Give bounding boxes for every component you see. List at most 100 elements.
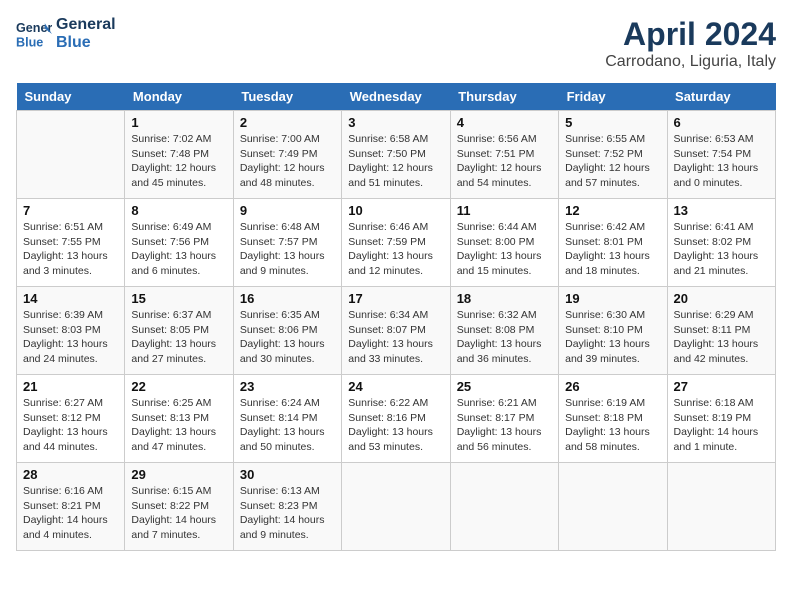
cell-content: Sunrise: 6:58 AM Sunset: 7:50 PM Dayligh… <box>348 132 443 191</box>
day-number: 8 <box>131 203 226 218</box>
calendar-cell: 30 Sunrise: 6:13 AM Sunset: 8:23 PM Dayli… <box>233 463 341 551</box>
week-row-2: 7 Sunrise: 6:51 AM Sunset: 7:55 PM Daylig… <box>17 199 776 287</box>
day-number: 13 <box>674 203 769 218</box>
calendar-cell: 22 Sunrise: 6:25 AM Sunset: 8:13 PM Dayli… <box>125 375 233 463</box>
calendar-cell: 24 Sunrise: 6:22 AM Sunset: 8:16 PM Dayli… <box>342 375 450 463</box>
cell-content: Sunrise: 6:42 AM Sunset: 8:01 PM Dayligh… <box>565 220 660 279</box>
calendar-cell: 19 Sunrise: 6:30 AM Sunset: 8:10 PM Dayli… <box>559 287 667 375</box>
calendar-cell: 9 Sunrise: 6:48 AM Sunset: 7:57 PM Daylig… <box>233 199 341 287</box>
day-number: 15 <box>131 291 226 306</box>
title-block: April 2024 Carrodano, Liguria, Italy <box>605 16 776 71</box>
calendar-cell: 13Sunrise: 6:41 AM Sunset: 8:02 PM Dayli… <box>667 199 775 287</box>
day-number: 1 <box>131 115 226 130</box>
cell-content: Sunrise: 6:15 AM Sunset: 8:22 PM Dayligh… <box>131 484 226 543</box>
calendar-cell: 28 Sunrise: 6:16 AM Sunset: 8:21 PM Dayli… <box>17 463 125 551</box>
day-number: 2 <box>240 115 335 130</box>
day-number: 30 <box>240 467 335 482</box>
day-number: 9 <box>240 203 335 218</box>
day-number: 12 <box>565 203 660 218</box>
logo-text: General Blue <box>56 16 116 52</box>
day-number: 28 <box>23 467 118 482</box>
calendar-cell: 4 Sunrise: 6:56 AM Sunset: 7:51 PM Daylig… <box>450 111 558 199</box>
day-number: 14 <box>23 291 118 306</box>
svg-text:Blue: Blue <box>16 36 43 50</box>
day-number: 29 <box>131 467 226 482</box>
day-number: 21 <box>23 379 118 394</box>
cell-content: Sunrise: 7:02 AM Sunset: 7:48 PM Dayligh… <box>131 132 226 191</box>
day-number: 16 <box>240 291 335 306</box>
cell-content: Sunrise: 6:30 AM Sunset: 8:10 PM Dayligh… <box>565 308 660 367</box>
week-row-1: 1 Sunrise: 7:02 AM Sunset: 7:48 PM Daylig… <box>17 111 776 199</box>
calendar-cell: 3 Sunrise: 6:58 AM Sunset: 7:50 PM Daylig… <box>342 111 450 199</box>
header-day-sunday: Sunday <box>17 83 125 111</box>
location: Carrodano, Liguria, Italy <box>605 53 776 71</box>
cell-content: Sunrise: 6:19 AM Sunset: 8:18 PM Dayligh… <box>565 396 660 455</box>
cell-content: Sunrise: 6:51 AM Sunset: 7:55 PM Dayligh… <box>23 220 118 279</box>
cell-content: Sunrise: 6:24 AM Sunset: 8:14 PM Dayligh… <box>240 396 335 455</box>
calendar-cell: 2 Sunrise: 7:00 AM Sunset: 7:49 PM Daylig… <box>233 111 341 199</box>
calendar-cell <box>17 111 125 199</box>
calendar-cell: 7 Sunrise: 6:51 AM Sunset: 7:55 PM Daylig… <box>17 199 125 287</box>
day-number: 7 <box>23 203 118 218</box>
calendar-cell <box>342 463 450 551</box>
cell-content: Sunrise: 6:32 AM Sunset: 8:08 PM Dayligh… <box>457 308 552 367</box>
calendar-cell <box>450 463 558 551</box>
day-number: 17 <box>348 291 443 306</box>
day-number: 3 <box>348 115 443 130</box>
header-day-monday: Monday <box>125 83 233 111</box>
header-day-tuesday: Tuesday <box>233 83 341 111</box>
cell-content: Sunrise: 6:27 AM Sunset: 8:12 PM Dayligh… <box>23 396 118 455</box>
day-number: 18 <box>457 291 552 306</box>
day-number: 23 <box>240 379 335 394</box>
day-number: 25 <box>457 379 552 394</box>
day-number: 6 <box>674 115 769 130</box>
calendar-cell: 18 Sunrise: 6:32 AM Sunset: 8:08 PM Dayli… <box>450 287 558 375</box>
cell-content: Sunrise: 6:34 AM Sunset: 8:07 PM Dayligh… <box>348 308 443 367</box>
cell-content: Sunrise: 6:53 AM Sunset: 7:54 PM Dayligh… <box>674 132 769 191</box>
calendar-table: SundayMondayTuesdayWednesdayThursdayFrid… <box>16 83 776 551</box>
header-day-friday: Friday <box>559 83 667 111</box>
calendar-cell: 10Sunrise: 6:46 AM Sunset: 7:59 PM Dayli… <box>342 199 450 287</box>
day-number: 11 <box>457 203 552 218</box>
cell-content: Sunrise: 6:48 AM Sunset: 7:57 PM Dayligh… <box>240 220 335 279</box>
calendar-cell: 16 Sunrise: 6:35 AM Sunset: 8:06 PM Dayli… <box>233 287 341 375</box>
calendar-cell: 27Sunrise: 6:18 AM Sunset: 8:19 PM Dayli… <box>667 375 775 463</box>
calendar-cell <box>667 463 775 551</box>
cell-content: Sunrise: 6:18 AM Sunset: 8:19 PM Dayligh… <box>674 396 769 455</box>
header-day-thursday: Thursday <box>450 83 558 111</box>
calendar-cell: 17 Sunrise: 6:34 AM Sunset: 8:07 PM Dayli… <box>342 287 450 375</box>
calendar-cell: 20 Sunrise: 6:29 AM Sunset: 8:11 PM Dayli… <box>667 287 775 375</box>
logo-icon: General Blue <box>16 16 52 52</box>
cell-content: Sunrise: 6:49 AM Sunset: 7:56 PM Dayligh… <box>131 220 226 279</box>
day-number: 22 <box>131 379 226 394</box>
logo: General Blue General Blue <box>16 16 116 52</box>
cell-content: Sunrise: 6:13 AM Sunset: 8:23 PM Dayligh… <box>240 484 335 543</box>
cell-content: Sunrise: 6:22 AM Sunset: 8:16 PM Dayligh… <box>348 396 443 455</box>
cell-content: Sunrise: 6:35 AM Sunset: 8:06 PM Dayligh… <box>240 308 335 367</box>
cell-content: Sunrise: 6:29 AM Sunset: 8:11 PM Dayligh… <box>674 308 769 367</box>
calendar-cell: 26Sunrise: 6:19 AM Sunset: 8:18 PM Dayli… <box>559 375 667 463</box>
cell-content: Sunrise: 6:55 AM Sunset: 7:52 PM Dayligh… <box>565 132 660 191</box>
cell-content: Sunrise: 6:44 AM Sunset: 8:00 PM Dayligh… <box>457 220 552 279</box>
calendar-cell: 12 Sunrise: 6:42 AM Sunset: 8:01 PM Dayli… <box>559 199 667 287</box>
calendar-cell: 29 Sunrise: 6:15 AM Sunset: 8:22 PM Dayli… <box>125 463 233 551</box>
cell-content: Sunrise: 6:16 AM Sunset: 8:21 PM Dayligh… <box>23 484 118 543</box>
cell-content: Sunrise: 6:25 AM Sunset: 8:13 PM Dayligh… <box>131 396 226 455</box>
week-row-3: 14Sunrise: 6:39 AM Sunset: 8:03 PM Dayli… <box>17 287 776 375</box>
header-day-wednesday: Wednesday <box>342 83 450 111</box>
calendar-cell: 21 Sunrise: 6:27 AM Sunset: 8:12 PM Dayli… <box>17 375 125 463</box>
calendar-cell: 15Sunrise: 6:37 AM Sunset: 8:05 PM Dayli… <box>125 287 233 375</box>
calendar-cell: 1 Sunrise: 7:02 AM Sunset: 7:48 PM Daylig… <box>125 111 233 199</box>
header-row: SundayMondayTuesdayWednesdayThursdayFrid… <box>17 83 776 111</box>
calendar-cell: 8 Sunrise: 6:49 AM Sunset: 7:56 PM Daylig… <box>125 199 233 287</box>
day-number: 4 <box>457 115 552 130</box>
day-number: 19 <box>565 291 660 306</box>
cell-content: Sunrise: 6:46 AM Sunset: 7:59 PM Dayligh… <box>348 220 443 279</box>
cell-content: Sunrise: 6:56 AM Sunset: 7:51 PM Dayligh… <box>457 132 552 191</box>
cell-content: Sunrise: 7:00 AM Sunset: 7:49 PM Dayligh… <box>240 132 335 191</box>
day-number: 5 <box>565 115 660 130</box>
day-number: 20 <box>674 291 769 306</box>
calendar-cell: 25Sunrise: 6:21 AM Sunset: 8:17 PM Dayli… <box>450 375 558 463</box>
day-number: 24 <box>348 379 443 394</box>
calendar-cell: 6 Sunrise: 6:53 AM Sunset: 7:54 PM Daylig… <box>667 111 775 199</box>
